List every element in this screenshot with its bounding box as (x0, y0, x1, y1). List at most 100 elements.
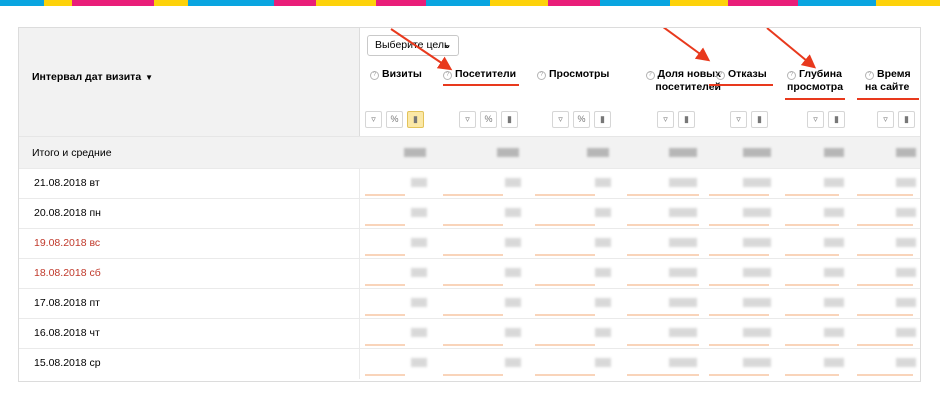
redacted-value (824, 358, 844, 367)
value-bar (785, 194, 839, 196)
value-bar (365, 224, 405, 226)
redacted-value (743, 208, 771, 217)
redacted-value (411, 268, 427, 277)
redacted-value (595, 298, 611, 307)
value-bar (785, 224, 839, 226)
value-bar (365, 314, 405, 316)
value-bar (709, 224, 769, 226)
value-bar (857, 344, 913, 346)
redacted-value (669, 268, 697, 277)
column-divider (359, 169, 360, 199)
redacted-value (505, 298, 521, 307)
annotation-arrows (390, 28, 817, 71)
value-bar (443, 374, 503, 376)
column-divider (359, 319, 360, 349)
redacted-value (743, 148, 771, 157)
redacted-value (595, 328, 611, 337)
value-bar (785, 344, 839, 346)
row-date: 17.08.2018 пт (34, 297, 100, 309)
table-row[interactable]: 18.08.2018 сб (19, 258, 920, 289)
row-date: 21.08.2018 вт (34, 177, 100, 189)
redacted-value (743, 238, 771, 247)
value-bar (709, 374, 769, 376)
value-bar (857, 374, 913, 376)
table-row[interactable]: 20.08.2018 пн (19, 198, 920, 229)
row-date: 15.08.2018 ср (34, 357, 101, 369)
redacted-value (505, 238, 521, 247)
table-row[interactable]: 17.08.2018 пт (19, 288, 920, 319)
value-bar (627, 374, 699, 376)
redacted-value (595, 238, 611, 247)
redacted-value (505, 358, 521, 367)
table-row[interactable]: 19.08.2018 вс (19, 228, 920, 259)
value-bar (709, 194, 769, 196)
value-bar (535, 224, 595, 226)
row-date: 16.08.2018 чт (34, 327, 100, 339)
redacted-value (743, 358, 771, 367)
redacted-value (824, 178, 844, 187)
redacted-value (505, 208, 521, 217)
redacted-value (587, 148, 609, 157)
row-date: 19.08.2018 вс (34, 237, 101, 249)
redacted-value (669, 358, 697, 367)
value-bar (365, 254, 405, 256)
totals-row: Итого и средние (19, 136, 920, 168)
redacted-value (896, 328, 916, 337)
column-divider (359, 259, 360, 289)
value-bar (627, 254, 699, 256)
column-divider (359, 289, 360, 319)
redacted-value (896, 148, 916, 157)
totals-label: Итого и средние (32, 147, 112, 159)
value-bar (785, 254, 839, 256)
value-bar (535, 374, 595, 376)
redacted-value (404, 148, 426, 157)
redacted-value (669, 238, 697, 247)
value-bar (709, 314, 769, 316)
redacted-value (896, 238, 916, 247)
redacted-value (743, 328, 771, 337)
value-bar (709, 254, 769, 256)
value-bar (785, 374, 839, 376)
redacted-value (505, 178, 521, 187)
value-bar (627, 194, 699, 196)
value-bar (443, 314, 503, 316)
redacted-value (595, 358, 611, 367)
value-bar (443, 194, 503, 196)
value-bar (365, 194, 405, 196)
value-bar (785, 284, 839, 286)
value-bar (857, 194, 913, 196)
value-bar (365, 284, 405, 286)
value-bar (709, 344, 769, 346)
redacted-value (824, 328, 844, 337)
redacted-value (743, 178, 771, 187)
redacted-value (824, 208, 844, 217)
value-bar (627, 314, 699, 316)
redacted-value (505, 268, 521, 277)
redacted-value (824, 148, 844, 157)
redacted-value (669, 298, 697, 307)
table-row[interactable]: 21.08.2018 вт (19, 168, 920, 199)
value-bar (365, 374, 405, 376)
redacted-value (411, 238, 427, 247)
report-table: Выберите цель ⌄ Интервал дат визита ▼ ? Ви… (18, 27, 921, 382)
redacted-value (497, 148, 519, 157)
table-row[interactable]: 16.08.2018 чт (19, 318, 920, 349)
value-bar (627, 224, 699, 226)
value-bar (709, 284, 769, 286)
row-date: 20.08.2018 пн (34, 207, 101, 219)
table-row[interactable]: 15.08.2018 ср (19, 348, 920, 379)
redacted-value (411, 178, 427, 187)
row-date: 18.08.2018 сб (34, 267, 101, 279)
redacted-value (824, 268, 844, 277)
value-bar (443, 284, 503, 286)
value-bar (857, 254, 913, 256)
redacted-value (669, 208, 697, 217)
redacted-value (411, 298, 427, 307)
column-divider (359, 229, 360, 259)
value-bar (365, 344, 405, 346)
redacted-value (595, 208, 611, 217)
value-bar (857, 224, 913, 226)
value-bar (857, 284, 913, 286)
redacted-value (896, 268, 916, 277)
column-divider (359, 349, 360, 379)
